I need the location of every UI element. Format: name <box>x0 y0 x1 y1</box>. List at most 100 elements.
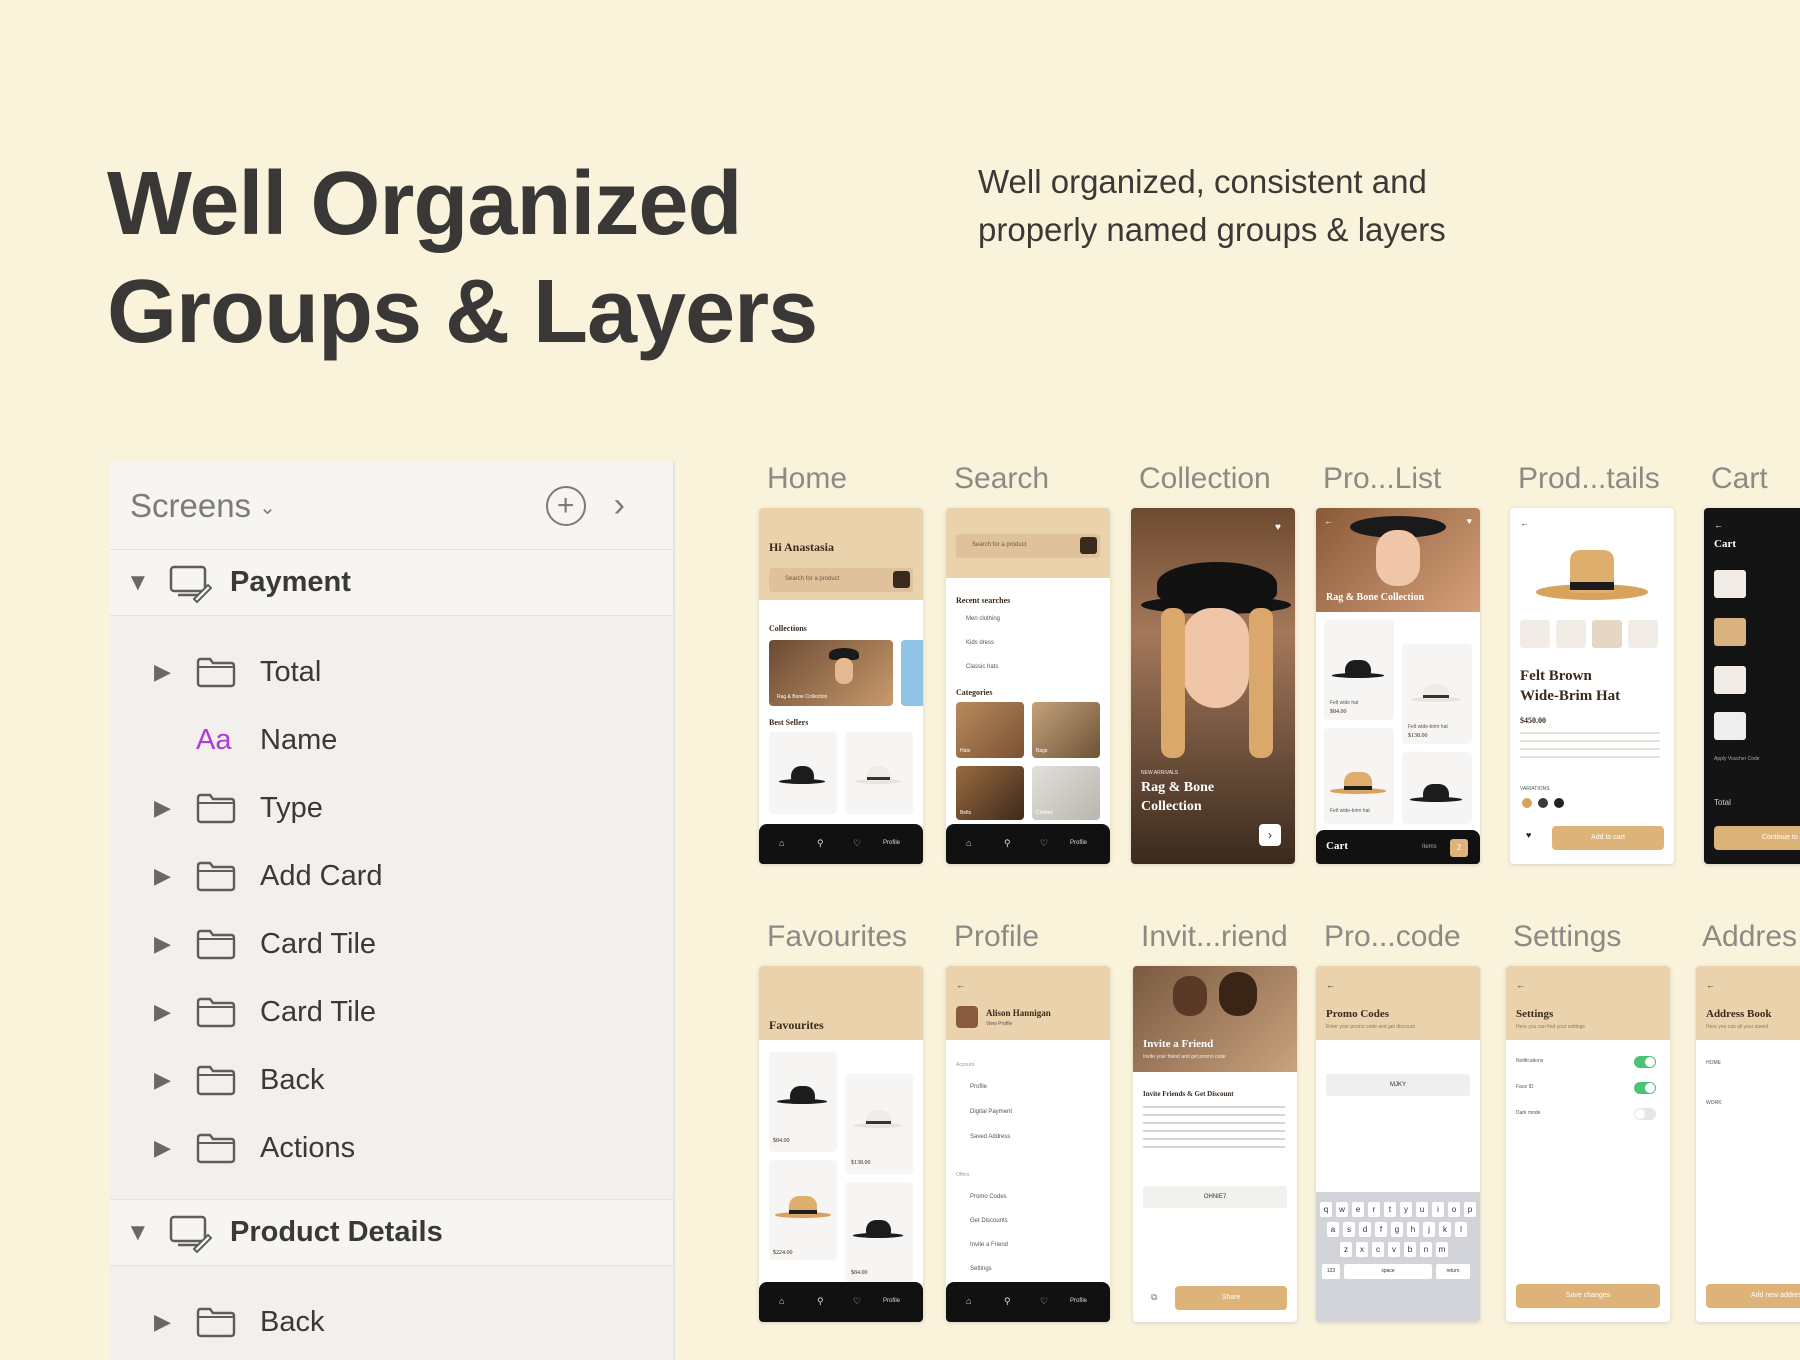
heart-icon[interactable]: ♡ <box>1040 1296 1048 1307</box>
copy-icon[interactable]: ⧉ <box>1151 1292 1157 1303</box>
layer-row-back[interactable]: ▶ Back <box>110 1288 673 1356</box>
continue-button[interactable]: Continue to order <box>1714 826 1800 850</box>
key-h[interactable]: h <box>1407 1222 1419 1237</box>
heart-icon[interactable]: ♡ <box>853 1296 861 1307</box>
screen-settings[interactable]: ← Settings Here you can find your settin… <box>1506 966 1670 1322</box>
chevron-down-icon[interactable]: ⌄ <box>259 495 276 520</box>
category-card[interactable]: Belts <box>956 766 1024 820</box>
recent-item[interactable]: Men clothing <box>966 616 1000 622</box>
screen-product-list[interactable]: Rag & Bone Collection ← ♥ Felt wide hat … <box>1316 508 1480 864</box>
back-arrow-icon[interactable]: ← <box>956 980 965 990</box>
screen-label-favourites[interactable]: Favourites <box>767 920 907 954</box>
key-l[interactable]: l <box>1455 1222 1467 1237</box>
heart-icon[interactable]: ♡ <box>1040 838 1048 849</box>
screen-label-profile[interactable]: Profile <box>954 920 1039 954</box>
recent-item[interactable]: Classic hats <box>966 664 998 670</box>
artboard-row-payment[interactable]: ▼ Payment <box>110 550 673 616</box>
key-w[interactable]: w <box>1336 1202 1348 1217</box>
thumbnail[interactable] <box>1592 620 1622 648</box>
screens-dropdown-label[interactable]: Screens <box>130 487 251 525</box>
disclosure-collapsed-icon[interactable]: ▶ <box>154 795 180 821</box>
cart-bar[interactable]: Cart Items 2 <box>1316 830 1480 864</box>
dark-mode-toggle[interactable] <box>1634 1108 1656 1120</box>
screen-promo-code[interactable]: ← Promo Codes Enter your promo code and … <box>1316 966 1480 1322</box>
home-icon[interactable]: ⌂ <box>966 838 971 848</box>
screen-label-product-list[interactable]: Pro...List <box>1323 462 1441 496</box>
layer-row-add-card[interactable]: ▶ Add Card <box>110 842 673 910</box>
heart-icon[interactable]: ♥ <box>1275 522 1281 533</box>
key-i[interactable]: i <box>1432 1202 1444 1217</box>
disclosure-collapsed-icon[interactable]: ▶ <box>154 1309 180 1335</box>
disclosure-collapsed-icon[interactable]: ▶ <box>154 999 180 1025</box>
promo-code-input[interactable]: MJKY <box>1326 1074 1470 1096</box>
layer-row-total[interactable]: ▶ Total <box>110 638 673 706</box>
screen-collection[interactable]: ♥ NEW ARRIVALS Rag & Bone Collection › <box>1131 508 1295 864</box>
referral-code[interactable]: OHNIE7 <box>1143 1186 1287 1208</box>
screen-address-book[interactable]: ← Address Book Here you can all your sav… <box>1696 966 1800 1322</box>
key-g[interactable]: g <box>1391 1222 1403 1237</box>
screen-label-invite-friend[interactable]: Invit...riend <box>1141 920 1288 954</box>
key-x[interactable]: x <box>1356 1242 1368 1257</box>
home-icon[interactable]: ⌂ <box>966 1296 971 1306</box>
screen-label-cart[interactable]: Cart <box>1711 462 1768 496</box>
category-card[interactable]: Hats <box>956 702 1024 758</box>
key-d[interactable]: d <box>1359 1222 1371 1237</box>
search-input[interactable]: Search for a product <box>956 534 1100 558</box>
add-address-button[interactable]: Add new address <box>1706 1284 1800 1308</box>
key-p[interactable]: p <box>1464 1202 1476 1217</box>
key-o[interactable]: o <box>1448 1202 1460 1217</box>
menu-item[interactable]: Saved Address <box>970 1134 1010 1140</box>
search-icon[interactable]: ⚲ <box>1004 1296 1011 1307</box>
heart-icon[interactable]: ♡ <box>853 838 861 849</box>
key-e[interactable]: e <box>1352 1202 1364 1217</box>
screen-label-home[interactable]: Home <box>767 462 847 496</box>
search-icon[interactable]: ⚲ <box>1004 838 1011 849</box>
key-c[interactable]: c <box>1372 1242 1384 1257</box>
back-arrow-icon[interactable]: ← <box>1326 980 1335 990</box>
color-swatch[interactable] <box>1538 798 1548 808</box>
add-to-cart-button[interactable]: Add to cart <box>1552 826 1664 850</box>
heart-icon[interactable]: ♥ <box>1526 830 1531 840</box>
disclosure-collapsed-icon[interactable]: ▶ <box>154 1067 180 1093</box>
nav-profile[interactable]: Profile <box>1070 1298 1087 1304</box>
back-arrow-icon[interactable]: ← <box>1520 518 1529 528</box>
share-button[interactable]: Share <box>1175 1286 1287 1310</box>
back-arrow-icon[interactable]: ← <box>1706 980 1715 990</box>
view-profile-link[interactable]: View Profile <box>986 1021 1012 1027</box>
chevron-right-icon[interactable]: › <box>614 486 625 525</box>
key-n[interactable]: n <box>1420 1242 1432 1257</box>
key-t[interactable]: t <box>1384 1202 1396 1217</box>
key-space[interactable]: space <box>1344 1264 1432 1279</box>
key-r[interactable]: r <box>1368 1202 1380 1217</box>
screen-product-details[interactable]: ← Felt Brown Wide-Brim Hat $450.00 VARIA… <box>1510 508 1674 864</box>
disclosure-expanded-icon[interactable]: ▼ <box>126 569 156 597</box>
key-j[interactable]: j <box>1423 1222 1435 1237</box>
filter-icon[interactable] <box>893 571 910 588</box>
disclosure-collapsed-icon[interactable]: ▶ <box>154 659 180 685</box>
key-a[interactable]: a <box>1327 1222 1339 1237</box>
next-button[interactable]: › <box>1259 824 1281 846</box>
screen-label-product-details[interactable]: Prod...tails <box>1518 462 1660 496</box>
disclosure-collapsed-icon[interactable]: ▶ <box>154 931 180 957</box>
screen-label-settings[interactable]: Settings <box>1513 920 1621 954</box>
recent-item[interactable]: Kids dress <box>966 640 994 646</box>
thumbnail[interactable] <box>1556 620 1586 648</box>
key-u[interactable]: u <box>1416 1202 1428 1217</box>
menu-item[interactable]: Profile <box>970 1084 987 1090</box>
search-icon[interactable]: ⚲ <box>817 838 824 849</box>
thumbnail[interactable] <box>1520 620 1550 648</box>
nav-profile[interactable]: Profile <box>883 1298 900 1304</box>
back-arrow-icon[interactable]: ← <box>1714 520 1723 530</box>
layer-row-actions[interactable]: ▶ Actions <box>110 1114 673 1182</box>
key-k[interactable]: k <box>1439 1222 1451 1237</box>
layer-row-type[interactable]: ▶ Type <box>110 774 673 842</box>
menu-item[interactable]: Settings <box>970 1266 992 1272</box>
layer-row-card-tile[interactable]: ▶ Card Tile <box>110 910 673 978</box>
apply-voucher[interactable]: Apply Voucher Code <box>1714 756 1760 762</box>
layer-row-name[interactable]: Aa Name <box>110 706 673 774</box>
screen-favourites[interactable]: Favourites $84.00 $138.00 $224.00 $84.00… <box>759 966 923 1322</box>
back-arrow-icon[interactable]: ← <box>1516 980 1525 990</box>
screen-label-promo-code[interactable]: Pro...code <box>1324 920 1461 954</box>
screen-profile[interactable]: ← Alison Hannigan View Profile Account P… <box>946 966 1110 1322</box>
face-id-toggle[interactable] <box>1634 1082 1656 1094</box>
